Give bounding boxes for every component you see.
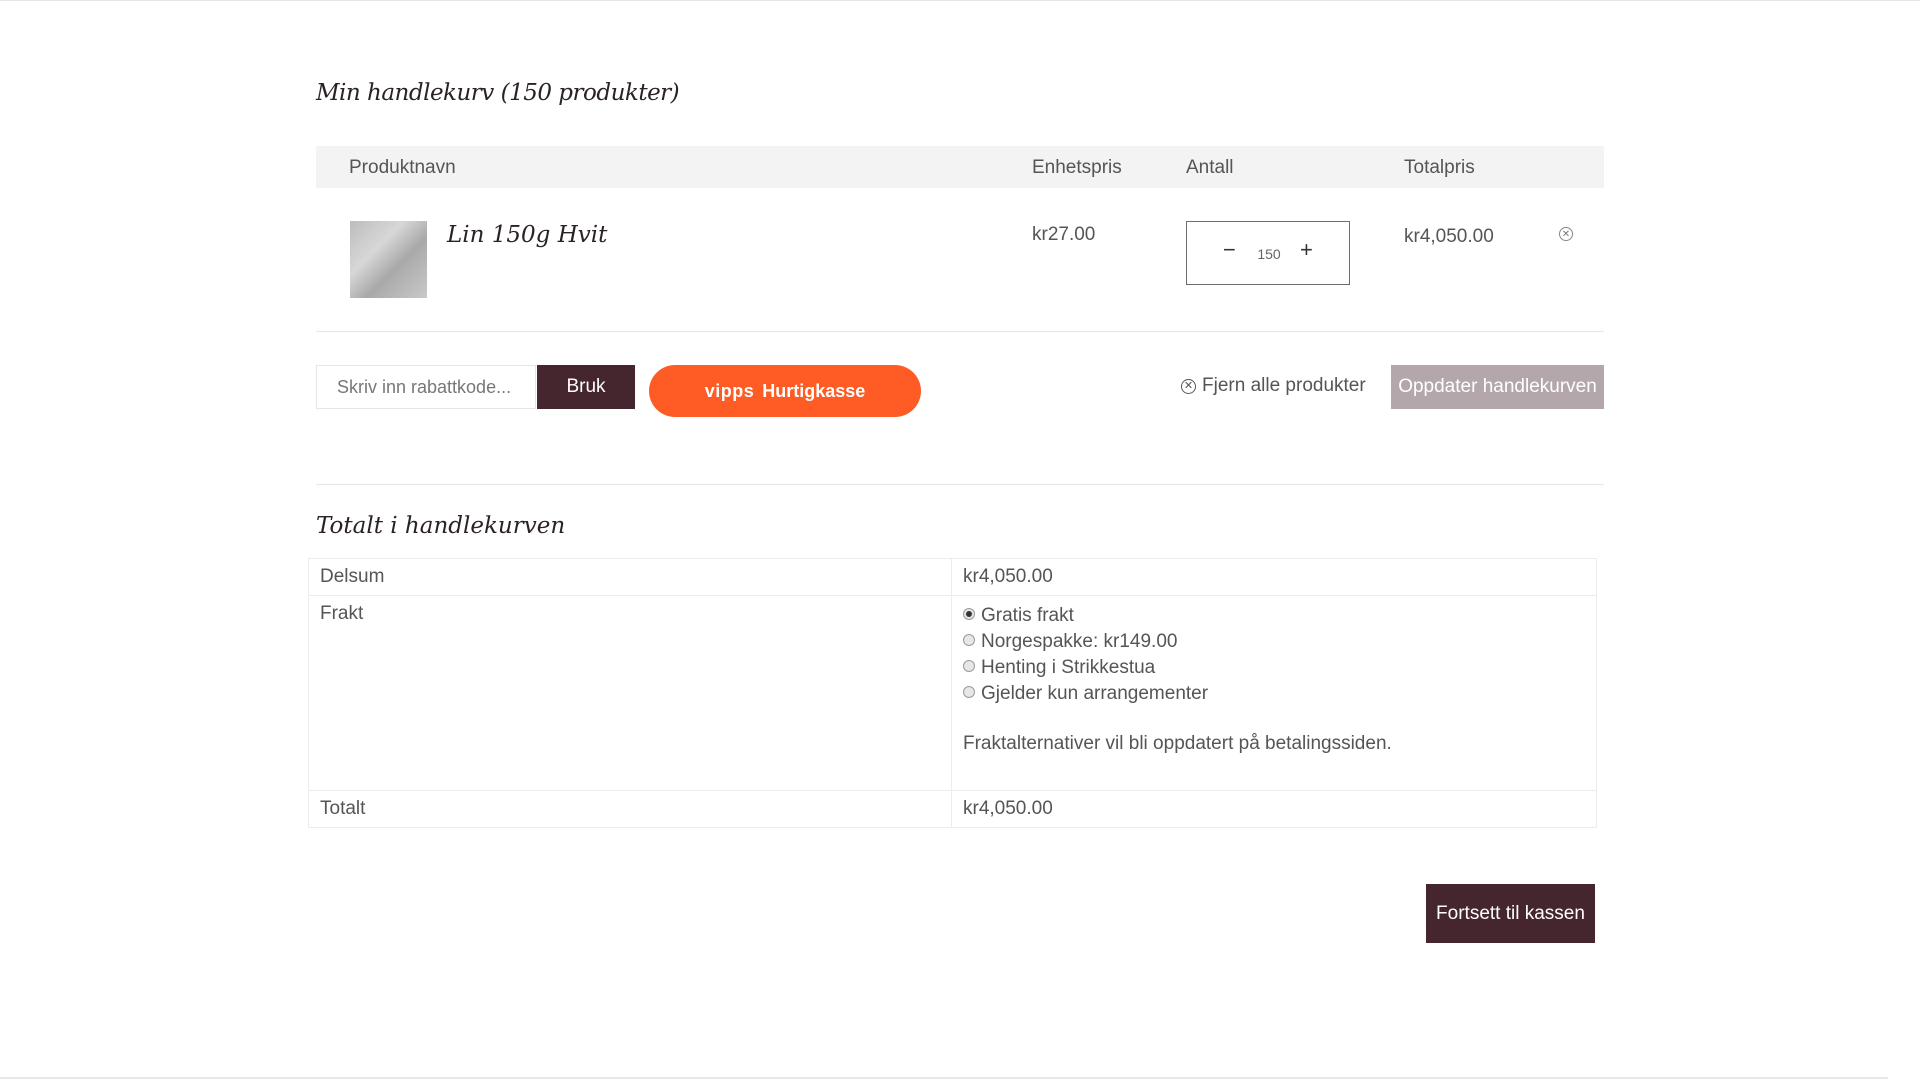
product-thumbnail[interactable] xyxy=(350,221,427,298)
cart-totals-table: Delsum kr4,050.00 Frakt Gratis frakt Nor… xyxy=(308,558,1597,828)
remove-all-label: Fjern alle produkter xyxy=(1202,375,1366,396)
shipping-option-label: Gratis frakt xyxy=(981,605,1074,626)
column-header-unit-price: Enhetspris xyxy=(1032,157,1122,178)
column-header-product: Produktnavn xyxy=(349,157,456,178)
quantity-increase-button[interactable]: + xyxy=(1300,239,1313,261)
subtotal-label: Delsum xyxy=(308,558,952,596)
subtotal-value: kr4,050.00 xyxy=(951,558,1597,596)
radio-button-checked[interactable] xyxy=(963,608,975,620)
shipping-option-pickup[interactable]: Henting i Strikkestua xyxy=(963,655,1585,681)
product-unit-price: kr27.00 xyxy=(1032,224,1096,245)
column-header-total: Totalpris xyxy=(1404,157,1475,178)
shipping-label: Frakt xyxy=(308,595,952,791)
shipping-option-label: Henting i Strikkestua xyxy=(981,657,1156,678)
quantity-stepper: − 150 + xyxy=(1186,221,1350,285)
proceed-to-checkout-button[interactable]: Fortsett til kassen xyxy=(1426,884,1595,943)
apply-coupon-button[interactable]: Bruk xyxy=(537,365,635,409)
cart-title: Min handlekurv (150 produkter) xyxy=(316,80,680,106)
subtotal-row: Delsum kr4,050.00 xyxy=(308,558,1597,596)
top-divider xyxy=(0,0,1920,1)
shipping-option-label: Norgespakke: kr149.00 xyxy=(981,631,1178,652)
quantity-decrease-button[interactable]: − xyxy=(1223,239,1236,261)
product-name-link[interactable]: Lin 150g Hvit xyxy=(447,222,607,248)
shipping-option-label: Gjelder kun arrangementer xyxy=(981,683,1209,704)
shipping-row: Frakt Gratis frakt Norgespakke: kr149.00… xyxy=(308,595,1597,791)
coupon-code-input[interactable] xyxy=(316,365,536,409)
radio-button[interactable] xyxy=(963,686,975,698)
bottom-divider xyxy=(0,1077,1888,1079)
radio-button[interactable] xyxy=(963,634,975,646)
shipping-options: Gratis frakt Norgespakke: kr149.00 Henti… xyxy=(951,595,1597,791)
remove-all-products-button[interactable]: ✕ Fjern alle produkter xyxy=(1181,375,1366,397)
cart-totals-title: Totalt i handlekurven xyxy=(316,513,566,539)
order-total-value: kr4,050.00 xyxy=(951,790,1597,828)
column-header-quantity: Antall xyxy=(1186,157,1234,178)
shipping-note: Fraktalternativer vil bli oppdatert på b… xyxy=(963,733,1392,754)
divider xyxy=(316,484,1604,485)
divider xyxy=(316,331,1604,332)
radio-button[interactable] xyxy=(963,660,975,672)
remove-item-icon[interactable]: ✕ xyxy=(1559,227,1573,241)
close-circle-icon: ✕ xyxy=(1181,379,1196,394)
vipps-logo: vipps xyxy=(704,380,755,401)
quantity-input[interactable]: 150 xyxy=(1253,246,1285,262)
update-cart-button[interactable]: Oppdater handlekurven xyxy=(1391,365,1604,409)
shipping-option-norgespakke[interactable]: Norgespakke: kr149.00 xyxy=(963,629,1585,655)
order-total-row: Totalt kr4,050.00 xyxy=(308,790,1597,828)
product-total-price: kr4,050.00 xyxy=(1404,226,1494,247)
order-total-label: Totalt xyxy=(308,790,952,828)
shipping-option-events[interactable]: Gjelder kun arrangementer xyxy=(963,681,1585,707)
shipping-option-free[interactable]: Gratis frakt xyxy=(963,603,1585,629)
vipps-express-checkout-button[interactable]: vipps Hurtigkasse xyxy=(649,365,921,417)
vipps-button-label: Hurtigkasse xyxy=(762,380,866,401)
cart-table-header: Produktnavn Enhetspris Antall Totalpris xyxy=(316,146,1604,188)
